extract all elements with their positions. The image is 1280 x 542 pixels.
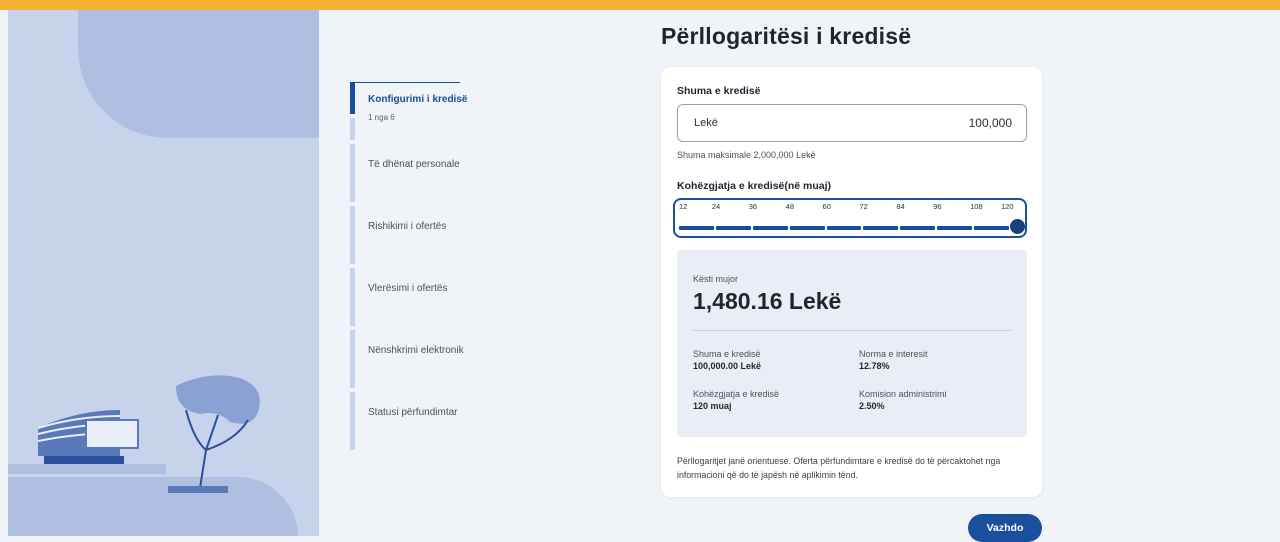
monthly-payment: 1,480.16 Lekë [693,288,842,314]
slider-tick-label: 120 [1001,202,1014,211]
disclaimer-note: Përllogaritjet janë orientuese. Oferta p… [677,456,1001,480]
step-offer-evaluation[interactable]: Vlerësimi i ofertës [350,268,470,330]
max-amount-hint: Shuma maksimale 2,000,000 Lekë [677,150,816,160]
duration-label: Kohëzgjatja e kredisë(në muaj) [677,180,832,192]
office-illustration [8,375,260,493]
slider-track-segment [974,226,1009,230]
page-title: Përllogaritësi i kredisë [661,23,912,49]
slider-tick-label: 84 [896,202,905,211]
step-label: Vlerësimi i ofertës [368,283,448,294]
slider-track-segment [789,226,825,230]
step-label: Të dhënat personale [368,159,460,170]
slider-track-segment [679,226,714,230]
summary-loan-amount: Shuma e kredisë 100,000.00 Lekë [693,349,762,371]
slider-tick-label: 24 [711,202,721,211]
step-offer-review[interactable]: Rishikimi i ofertës [350,206,470,268]
step-label: Rishikimi i ofertës [368,221,447,232]
slider-tick-label: 108 [970,202,983,211]
slider-track-segment [863,226,899,230]
slider-tick-label: 60 [822,202,831,211]
slider-track-segment [900,226,936,230]
step-label: Nënshkrimi elektronik [368,345,464,356]
slider-tick-label: 96 [933,202,942,211]
step-e-signature[interactable]: Nënshkrimi elektronik [350,330,470,392]
slider-tick-label: 72 [859,202,868,211]
slider-thumb[interactable] [1010,219,1025,234]
calculator-card: Shuma e kredisë Lekë 100,000 Shuma maksi… [661,67,1042,497]
monthly-caption: Kësti mujor [693,274,739,284]
duration-slider[interactable]: 12 24 36 48 60 72 84 96 108 120 [673,198,1027,238]
illustration-panel [8,10,319,536]
slider-tick-label: 36 [748,202,758,211]
divider [693,330,1011,331]
step-loan-config[interactable]: Konfigurimi i kredisë 1 nga 6 [350,82,470,144]
stepper: Konfigurimi i kredisë 1 nga 6 Të dhënat … [350,82,470,454]
loan-amount-label: Shuma e kredisë [677,85,761,97]
slider-track-segment [752,226,788,230]
step-progress: 1 nga 6 [368,113,395,122]
slider-tick-label: 12 [679,202,688,211]
slider-track-segment [715,226,751,230]
continue-button[interactable]: Vazhdo [968,514,1042,542]
step-label: Statusi përfundimtar [368,407,458,418]
loan-amount-input[interactable]: Lekë 100,000 [677,104,1027,142]
summary-duration: Kohëzgjatja e kredisë 120 muaj [693,389,780,411]
slider-tick-label: 48 [785,202,794,211]
step-personal-data[interactable]: Të dhënat personale [350,144,470,206]
step-label: Konfigurimi i kredisë [368,94,468,105]
top-accent-bar [0,0,1280,10]
result-panel: Kësti mujor 1,480.16 Lekë Shuma e kredis… [677,250,1027,437]
summary-admin-fee: Komision administrimi 2.50% [859,389,947,411]
slider-track-segment [826,226,862,230]
currency-label: Lekë [694,117,718,129]
summary-interest-rate: Norma e interesit 12.78% [859,349,928,371]
step-final-status[interactable]: Statusi përfundimtar [350,392,470,454]
slider-track-segment [937,226,973,230]
loan-amount-value: 100,000 [968,116,1012,130]
